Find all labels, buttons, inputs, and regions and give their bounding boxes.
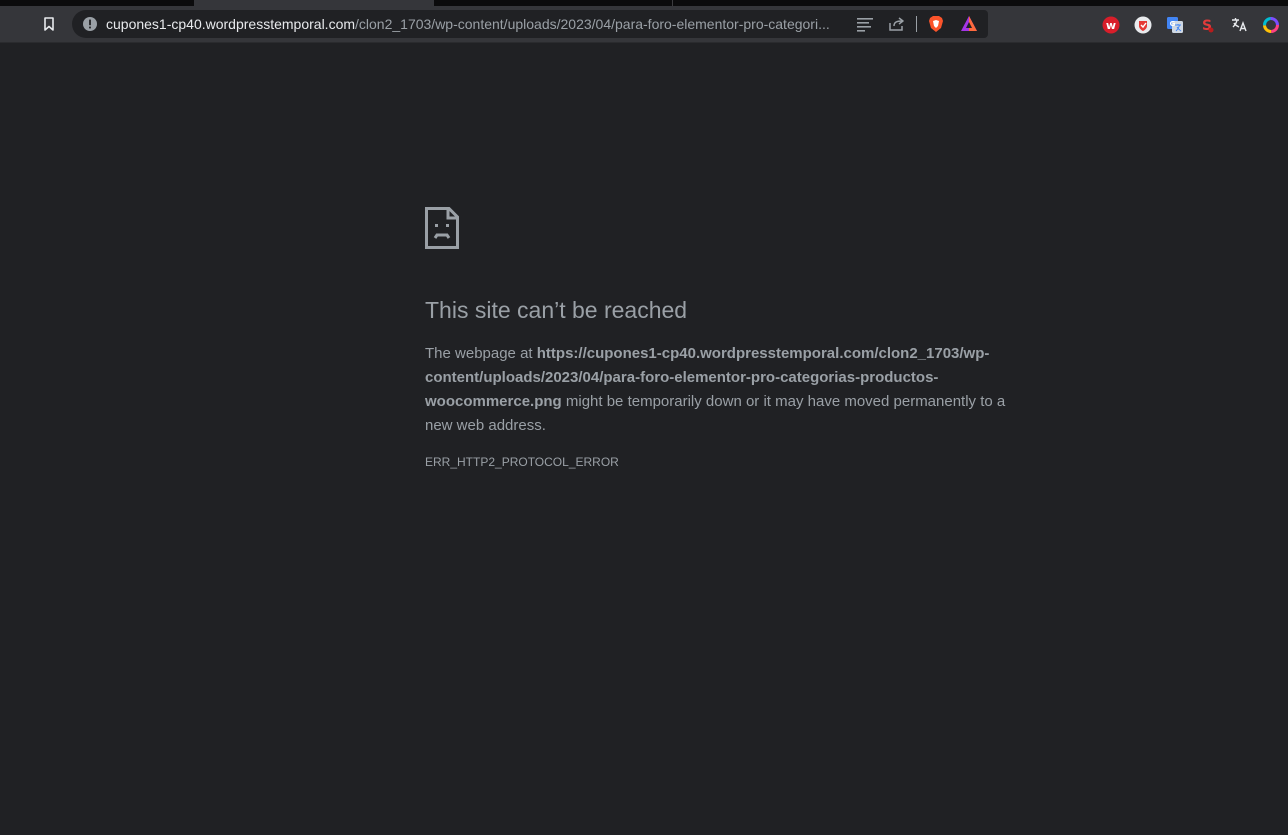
s-extension-icon[interactable]: S bbox=[1198, 16, 1216, 34]
google-translate-icon[interactable]: G bbox=[1166, 16, 1184, 34]
error-code: ERR_HTTP2_PROTOCOL_ERROR bbox=[425, 455, 619, 469]
error-title: This site can’t be reached bbox=[425, 297, 688, 323]
translate-icon[interactable] bbox=[1230, 16, 1248, 34]
url-text[interactable]: cupones1-cp40.wordpresstemporal.com/clon… bbox=[106, 15, 842, 33]
svg-text:w: w bbox=[1106, 19, 1116, 32]
wappalyzer-icon[interactable]: w bbox=[1102, 16, 1120, 34]
bookmark-icon[interactable] bbox=[41, 16, 57, 32]
sad-page-icon bbox=[425, 207, 459, 249]
error-page: This site can’t be reached The webpage a… bbox=[0, 43, 1288, 835]
address-bar[interactable]: cupones1-cp40.wordpresstemporal.com/clon… bbox=[72, 10, 988, 38]
browser-toolbar: cupones1-cp40.wordpresstemporal.com/clon… bbox=[0, 6, 1288, 43]
url-path: /clon2_1703/wp-content/uploads/2023/04/p… bbox=[355, 16, 830, 32]
colorful-ring-icon[interactable] bbox=[1262, 16, 1280, 34]
reader-mode-icon[interactable] bbox=[856, 16, 874, 32]
info-icon[interactable] bbox=[82, 16, 98, 32]
omnibox-divider bbox=[916, 16, 917, 32]
share-icon[interactable] bbox=[888, 16, 906, 32]
error-message-prefix: The webpage at bbox=[425, 345, 537, 362]
brave-shields-icon[interactable] bbox=[927, 15, 945, 32]
adblock-icon[interactable] bbox=[1134, 16, 1152, 34]
error-message: The webpage at https://cupones1-cp40.wor… bbox=[425, 342, 1021, 438]
brave-rewards-icon[interactable] bbox=[960, 15, 978, 31]
svg-text:G: G bbox=[1170, 20, 1176, 28]
url-host: cupones1-cp40.wordpresstemporal.com bbox=[106, 16, 356, 32]
